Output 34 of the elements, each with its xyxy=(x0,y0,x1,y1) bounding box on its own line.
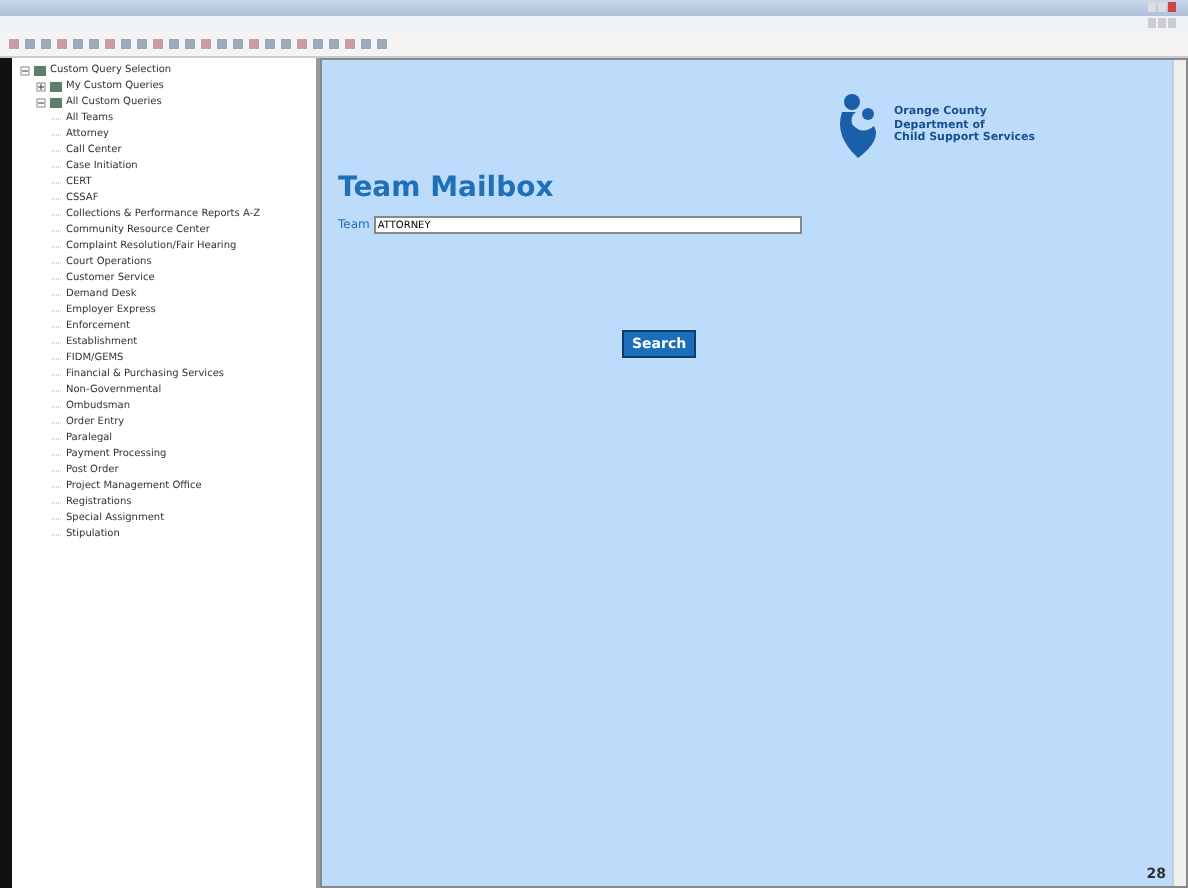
scrollbar[interactable] xyxy=(1172,60,1186,886)
tree-line xyxy=(52,177,62,187)
tree-line xyxy=(52,401,62,411)
tree-line xyxy=(52,257,62,267)
tree-line xyxy=(52,465,62,475)
tree-line xyxy=(52,145,62,155)
tree-line xyxy=(52,369,62,379)
tree-line xyxy=(52,481,62,491)
tree-line xyxy=(52,241,62,251)
tree-line xyxy=(52,385,62,395)
window-controls-icon[interactable] xyxy=(1148,2,1176,14)
tree-line xyxy=(52,161,62,171)
tree-line xyxy=(52,449,62,459)
tree-line xyxy=(52,225,62,235)
tree-line xyxy=(52,113,62,123)
collapse-icon[interactable] xyxy=(36,97,46,107)
tree-line xyxy=(52,433,62,443)
tree-line xyxy=(52,337,62,347)
tree-line xyxy=(52,193,62,203)
tree-line xyxy=(52,305,62,315)
collapse-icon[interactable] xyxy=(20,65,30,75)
tree-line xyxy=(52,209,62,219)
tree-line xyxy=(52,513,62,523)
tree-line xyxy=(52,353,62,363)
tree-line xyxy=(52,497,62,507)
page-heading: Team Mailbox xyxy=(338,172,556,204)
expand-icon[interactable] xyxy=(36,81,46,91)
tree-line xyxy=(52,529,62,539)
tree-line xyxy=(52,417,62,427)
tree-line xyxy=(52,321,62,331)
tree-line xyxy=(52,273,62,283)
tree-line xyxy=(52,289,62,299)
window-controls-icon[interactable] xyxy=(1148,18,1176,30)
tree-line xyxy=(52,129,62,139)
